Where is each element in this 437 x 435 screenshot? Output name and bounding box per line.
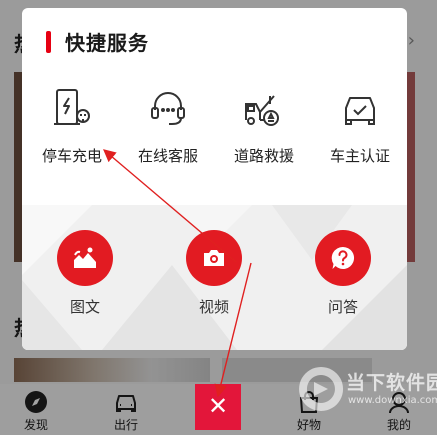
title-accent-bar (46, 31, 51, 53)
service-label: 停车充电 (41, 147, 102, 165)
tab-discover[interactable]: 发现 (11, 390, 61, 433)
user-icon (387, 390, 411, 414)
close-icon: ✕ (207, 392, 229, 420)
tab-travel[interactable]: 出行 (101, 390, 151, 433)
tab-label: 发现 (23, 418, 48, 432)
popup-title: 快捷服务 (65, 31, 149, 55)
quick-service-popup: 快捷服务 停车充电 在线客服 道路救援 车主认证 图文 视频 问答 (22, 8, 407, 350)
question-icon (315, 230, 371, 286)
service-parking-charging[interactable]: 停车充电 (24, 80, 120, 180)
post-image-text-button[interactable]: 图文 (30, 230, 140, 330)
service-label: 道路救援 (233, 147, 294, 165)
tab-goods[interactable]: 好物 (284, 390, 334, 433)
image-text-icon (57, 230, 113, 286)
charging-station-icon (50, 86, 94, 130)
action-label: 图文 (69, 298, 100, 316)
tab-label: 好物 (296, 418, 321, 432)
action-label: 问答 (327, 298, 358, 316)
camera-icon (186, 230, 242, 286)
compass-icon (24, 390, 48, 414)
car-icon (114, 390, 138, 414)
shopping-bag-icon (297, 390, 321, 414)
service-owner-verification[interactable]: 车主认证 (312, 80, 407, 180)
tab-label: 我的 (386, 418, 411, 432)
tab-mine[interactable]: 我的 (374, 390, 424, 433)
service-road-rescue[interactable]: 道路救援 (216, 80, 312, 180)
service-label: 在线客服 (137, 147, 198, 165)
service-label: 车主认证 (329, 147, 390, 165)
car-verify-icon (338, 86, 382, 130)
action-label: 视频 (198, 298, 229, 316)
headset-icon (146, 86, 190, 130)
tab-label: 出行 (113, 418, 138, 432)
post-question-button[interactable]: 问答 (288, 230, 398, 330)
service-online-support[interactable]: 在线客服 (120, 80, 216, 180)
close-popup-button[interactable]: ✕ (195, 384, 241, 430)
post-video-button[interactable]: 视频 (159, 230, 269, 330)
tow-truck-icon (242, 86, 286, 130)
